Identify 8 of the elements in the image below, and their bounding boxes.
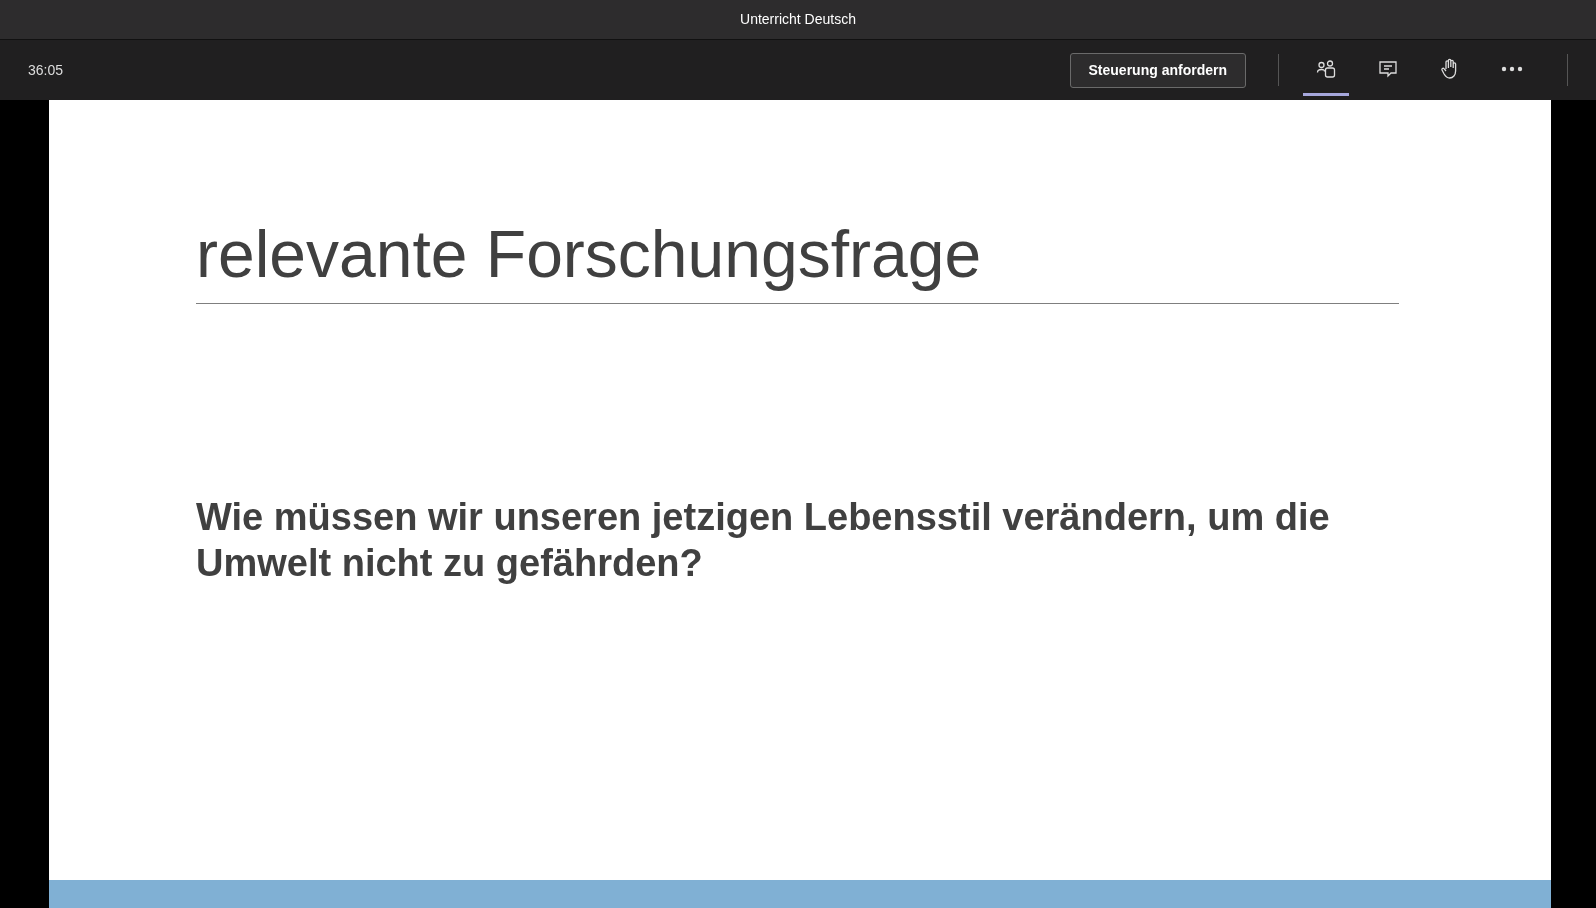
window-title: Unterricht Deutsch [740, 10, 856, 29]
slide-title: relevante Forschungsfrage [196, 216, 983, 293]
people-icon [1316, 58, 1336, 79]
slide-question: Wie müssen wir unseren jetzigen Lebensstil verändern, um die Umwelt nicht zu gefährden? [196, 494, 1331, 586]
more-icon [1501, 65, 1523, 72]
timer: 36:05 [28, 60, 64, 80]
chat-icon [1378, 58, 1398, 79]
request-control-button[interactable]: Steuerung anfordern [1069, 52, 1246, 88]
